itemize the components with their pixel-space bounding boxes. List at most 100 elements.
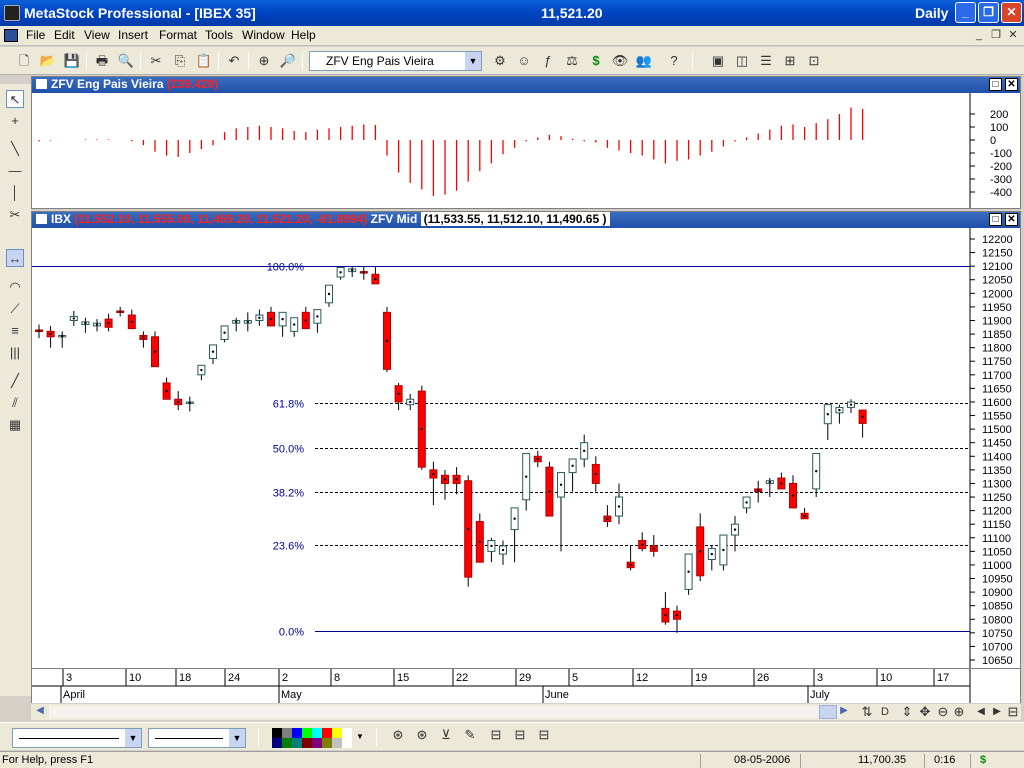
- candle[interactable]: [615, 483, 623, 525]
- candle[interactable]: [580, 434, 589, 468]
- explorer-icon[interactable]: ☺: [514, 51, 534, 71]
- candle[interactable]: [812, 453, 821, 498]
- grid-tool-icon[interactable]: ▦: [6, 416, 24, 434]
- annotate-icon[interactable]: ✎: [460, 725, 480, 745]
- close-button[interactable]: ✕: [1001, 2, 1022, 23]
- scroll-thumb[interactable]: [819, 705, 837, 719]
- sync-icon[interactable]: ⇅: [857, 702, 877, 722]
- menu-file[interactable]: File: [26, 28, 45, 42]
- candle[interactable]: [383, 306, 391, 373]
- minimize-button[interactable]: _: [955, 2, 976, 23]
- candle[interactable]: [661, 592, 670, 625]
- indicator-chart[interactable]: 2001000-100-200-300-400: [32, 93, 1020, 208]
- zoom-in-icon[interactable]: ⊕: [949, 702, 969, 722]
- fibonacci-fan-icon[interactable]: ⟋: [6, 300, 24, 318]
- pane-close-button[interactable]: ✕: [1005, 78, 1018, 91]
- candle[interactable]: [533, 450, 542, 468]
- candle[interactable]: [649, 535, 658, 557]
- title-bar[interactable]: MetaStock Professional - [IBEX 35] 11,52…: [0, 0, 1024, 26]
- price-chart[interactable]: 100.0% 61.8% 50.0% 38.2% 23.6% 0.0% 12200 1215…: [32, 228, 1020, 668]
- object-copy-icon[interactable]: ⊛: [412, 725, 432, 745]
- cascade-icon[interactable]: ▣: [708, 51, 728, 71]
- fibonacci-arc-icon[interactable]: ◠: [6, 278, 24, 296]
- candle[interactable]: [220, 325, 229, 343]
- save-icon[interactable]: 💾: [62, 51, 82, 71]
- candle[interactable]: [429, 461, 438, 506]
- pane-maximize-button[interactable]: □: [989, 78, 1002, 91]
- candle[interactable]: [441, 469, 449, 500]
- pane-checkbox-icon[interactable]: [36, 79, 47, 89]
- candle[interactable]: [452, 467, 461, 495]
- candle[interactable]: [499, 540, 507, 565]
- line-weight-select[interactable]: ▼: [148, 728, 246, 748]
- candle[interactable]: [603, 505, 612, 527]
- line-style-select[interactable]: ▼: [12, 728, 142, 748]
- trendline-icon[interactable]: ╲: [6, 140, 24, 158]
- candle[interactable]: [568, 458, 577, 492]
- candle[interactable]: [116, 306, 125, 317]
- line-tool-icon[interactable]: ╱: [6, 372, 24, 390]
- candle[interactable]: [417, 385, 426, 470]
- candle[interactable]: [197, 364, 206, 381]
- candle[interactable]: [139, 331, 148, 348]
- move-vertical-icon[interactable]: ⇕: [897, 702, 917, 722]
- candle[interactable]: [93, 319, 101, 332]
- candle[interactable]: [104, 313, 113, 332]
- menu-view[interactable]: View: [84, 28, 110, 42]
- scroll-track[interactable]: [49, 706, 841, 718]
- vertical-line-icon[interactable]: │: [6, 184, 24, 202]
- candle[interactable]: [174, 391, 183, 411]
- pane-maximize-button[interactable]: □: [989, 213, 1002, 226]
- users-icon[interactable]: 👥: [634, 51, 654, 71]
- candle[interactable]: [707, 545, 716, 571]
- candle[interactable]: [151, 331, 159, 368]
- print-preview-icon[interactable]: 🔍: [116, 51, 136, 71]
- mdi-restore-button[interactable]: ❐: [989, 29, 1003, 42]
- price-pane[interactable]: IBX (11,552.10, 11,555.00, 11,469.20, 11…: [31, 211, 1021, 669]
- scroll-left-icon[interactable]: ◀: [33, 705, 47, 719]
- menu-insert[interactable]: Insert: [118, 28, 148, 42]
- mdi-close-button[interactable]: ✕: [1006, 29, 1020, 42]
- pane-close-button[interactable]: ✕: [1005, 213, 1018, 226]
- candle[interactable]: [800, 507, 809, 520]
- new-icon[interactable]: 🗋: [14, 51, 34, 71]
- zoom-icon[interactable]: 🔎: [278, 51, 298, 71]
- candle[interactable]: [69, 310, 78, 326]
- candle[interactable]: [835, 404, 844, 424]
- menu-format[interactable]: Format: [159, 28, 197, 42]
- horizontal-scrollbar[interactable]: ◀ ▶ ⇅ D ⇕ ✥ ⊖ ⊕ ◀ ▶ ⊟: [31, 704, 1021, 720]
- paste-icon[interactable]: 📋: [194, 51, 214, 71]
- palette-dropdown-icon[interactable]: ▼: [356, 732, 364, 741]
- print-icon[interactable]: 🖶: [92, 51, 112, 71]
- candle[interactable]: [847, 399, 855, 413]
- candle[interactable]: [313, 309, 322, 333]
- candle[interactable]: [301, 306, 310, 330]
- candle[interactable]: [371, 266, 380, 285]
- candle[interactable]: [696, 513, 705, 582]
- menu-window[interactable]: Window: [242, 28, 285, 42]
- date-range-icon[interactable]: D: [875, 702, 895, 722]
- candle[interactable]: [731, 516, 739, 552]
- candle[interactable]: [754, 480, 763, 503]
- scissors-tool-icon[interactable]: ✂: [6, 206, 24, 224]
- candle[interactable]: [46, 325, 55, 348]
- candle[interactable]: [406, 393, 415, 411]
- zoom-horizontal-icon[interactable]: ↔: [6, 249, 24, 267]
- candle[interactable]: [545, 461, 554, 517]
- candle[interactable]: [638, 532, 647, 552]
- candle[interactable]: [591, 456, 600, 492]
- scroll-end-icon[interactable]: ⊟: [1003, 702, 1023, 722]
- expert-advisor-icon[interactable]: ⚙: [490, 51, 510, 71]
- object-properties-icon[interactable]: ⊛: [388, 725, 408, 745]
- tile-horizontal-icon[interactable]: ☰: [756, 51, 776, 71]
- candle[interactable]: [626, 545, 635, 571]
- candle[interactable]: [162, 377, 171, 400]
- candle[interactable]: [336, 267, 345, 280]
- restore-button[interactable]: ❐: [978, 2, 999, 23]
- menu-tools[interactable]: Tools: [205, 28, 233, 42]
- candle[interactable]: [557, 472, 565, 552]
- candle[interactable]: [35, 324, 43, 339]
- candle[interactable]: [243, 312, 252, 332]
- move-icon[interactable]: ✥: [915, 702, 935, 722]
- menu-edit[interactable]: Edit: [54, 28, 75, 42]
